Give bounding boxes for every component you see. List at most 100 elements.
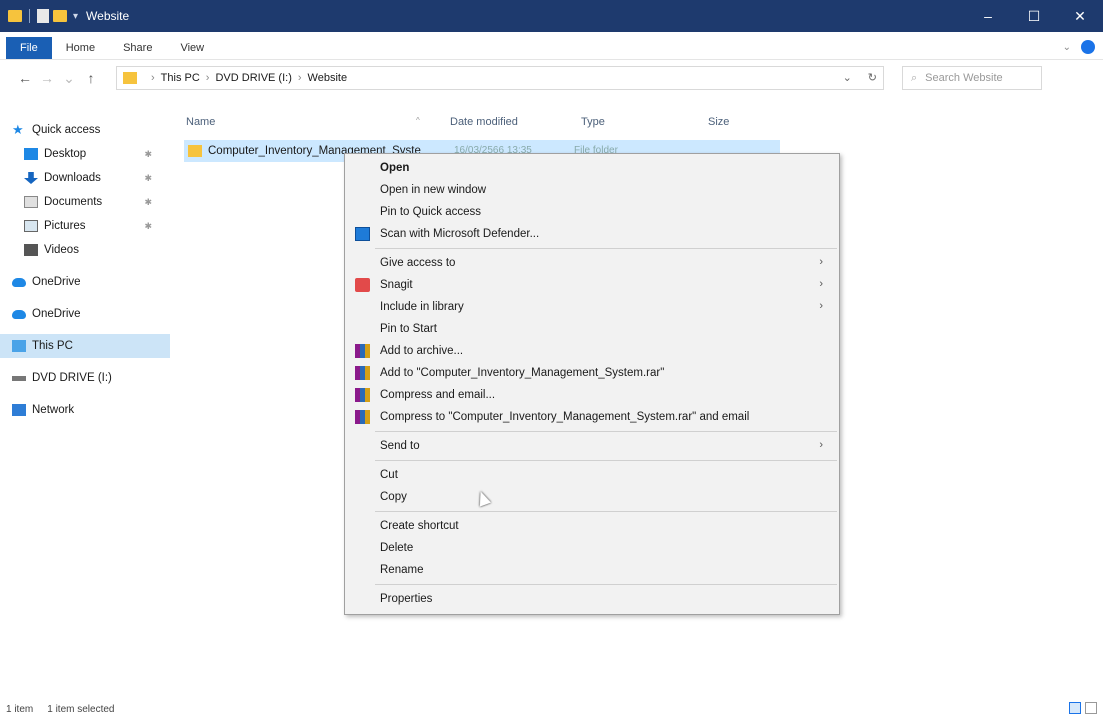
sidebar-item-documents[interactable]: Documents ✱ <box>0 190 170 214</box>
sidebar-item-network[interactable]: Network <box>0 398 170 422</box>
menu-item-label: Give access to <box>380 257 456 269</box>
menu-item-label: Add to "Computer_Inventory_Management_Sy… <box>380 367 665 379</box>
sidebar-item-videos[interactable]: Videos <box>0 238 170 262</box>
breadcrumb-website[interactable]: Website <box>308 72 348 84</box>
menu-item-label: Snagit <box>380 279 413 291</box>
menu-item-pin-start[interactable]: Pin to Start <box>345 318 839 340</box>
menu-item-add-archive[interactable]: Add to archive... <box>345 340 839 362</box>
search-input[interactable]: ⌕ Search Website <box>902 66 1042 90</box>
sidebar-item-label: Quick access <box>32 124 101 136</box>
menu-item-label: Include in library <box>380 301 464 313</box>
menu-item-label: Pin to Quick access <box>380 206 481 218</box>
sidebar-item-desktop[interactable]: Desktop ✱ <box>0 142 170 166</box>
computer-icon <box>12 340 26 352</box>
sidebar-item-label: Desktop <box>44 148 87 160</box>
new-folder-icon[interactable] <box>53 10 67 22</box>
search-placeholder: Search Website <box>925 72 1003 84</box>
sidebar-item-quick-access[interactable]: ★ Quick access <box>0 118 170 142</box>
menu-item-cut[interactable]: Cut <box>345 464 839 486</box>
chevron-right-icon: › <box>819 300 823 312</box>
menu-item-include-library[interactable]: Include in library › <box>345 296 839 318</box>
breadcrumb-dvd-drive[interactable]: DVD DRIVE (I:) <box>215 72 291 84</box>
menu-item-create-shortcut[interactable]: Create shortcut <box>345 515 839 537</box>
column-header-type[interactable]: Type <box>581 116 605 128</box>
window-controls: – ☐ ✕ <box>965 0 1103 32</box>
menu-item-properties[interactable]: Properties <box>345 588 839 610</box>
menu-item-delete[interactable]: Delete <box>345 537 839 559</box>
menu-item-pin-quick-access[interactable]: Pin to Quick access <box>345 201 839 223</box>
item-count: 1 item <box>6 703 34 715</box>
chevron-right-icon: › <box>819 278 823 290</box>
tab-share[interactable]: Share <box>109 37 166 59</box>
quick-access-toolbar: ▾ <box>0 9 78 23</box>
documents-icon <box>24 196 38 208</box>
sidebar-item-downloads[interactable]: Downloads ✱ <box>0 166 170 190</box>
sidebar-item-dvd-drive[interactable]: DVD DRIVE (I:) <box>0 366 170 390</box>
desktop-icon <box>24 148 38 160</box>
sidebar-item-label: Downloads <box>44 172 101 184</box>
chevron-right-icon: › <box>819 439 823 451</box>
menu-item-compress-rar-email[interactable]: Compress to "Computer_Inventory_Manageme… <box>345 406 839 428</box>
column-headers: Name ^ Date modified Type Size <box>186 112 786 132</box>
breadcrumb-this-pc[interactable]: This PC <box>161 72 200 84</box>
sidebar-item-pictures[interactable]: Pictures ✱ <box>0 214 170 238</box>
large-icons-view-icon[interactable] <box>1085 702 1097 714</box>
details-view-icon[interactable] <box>1069 702 1081 714</box>
winrar-icon <box>355 366 370 380</box>
menu-item-snagit[interactable]: Snagit › <box>345 274 839 296</box>
menu-divider <box>375 584 837 585</box>
tab-home[interactable]: Home <box>52 37 109 59</box>
menu-item-label: Open <box>380 162 410 174</box>
column-header-date[interactable]: Date modified <box>450 116 518 128</box>
minimize-button[interactable]: – <box>965 0 1011 32</box>
sidebar-item-onedrive[interactable]: OneDrive <box>0 270 170 294</box>
customize-toolbar-icon[interactable]: ▾ <box>73 11 78 22</box>
properties-icon[interactable] <box>37 9 49 23</box>
sidebar-item-label: Network <box>32 404 75 416</box>
expand-ribbon-icon[interactable]: ⌄ <box>1063 42 1071 53</box>
maximize-button[interactable]: ☐ <box>1011 0 1057 32</box>
pictures-icon <box>24 220 38 232</box>
tab-view[interactable]: View <box>166 37 218 59</box>
menu-item-compress-email[interactable]: Compress and email... <box>345 384 839 406</box>
menu-item-copy[interactable]: Copy <box>345 486 839 508</box>
column-header-size[interactable]: Size <box>708 116 729 128</box>
tab-file[interactable]: File <box>6 37 52 59</box>
menu-item-label: Copy <box>380 491 407 503</box>
column-header-name[interactable]: Name <box>186 116 215 128</box>
menu-item-open-new-window[interactable]: Open in new window <box>345 179 839 201</box>
folder-icon <box>8 10 22 22</box>
address-dropdown-icon[interactable]: ⌄ <box>843 71 852 84</box>
menu-item-label: Properties <box>380 593 433 605</box>
sidebar-item-onedrive-2[interactable]: OneDrive <box>0 302 170 326</box>
menu-divider <box>375 431 837 432</box>
dvd-drive-icon <box>12 375 26 381</box>
menu-item-send-to[interactable]: Send to › <box>345 435 839 457</box>
sidebar-item-label: Documents <box>44 196 103 208</box>
address-bar[interactable]: › This PC › DVD DRIVE (I:) › Website ⌄ ↻ <box>116 66 884 90</box>
help-icon[interactable] <box>1081 40 1095 54</box>
refresh-icon[interactable]: ↻ <box>868 71 877 84</box>
sidebar-item-label: DVD DRIVE (I:) <box>32 372 112 384</box>
sidebar-item-this-pc[interactable]: This PC <box>0 334 170 358</box>
winrar-icon <box>355 410 370 424</box>
menu-item-give-access[interactable]: Give access to › <box>345 252 839 274</box>
menu-item-label: Add to archive... <box>380 345 464 357</box>
menu-item-rename[interactable]: Rename <box>345 559 839 581</box>
sidebar-item-label: This PC <box>32 340 73 352</box>
back-arrow-icon[interactable]: ← <box>14 70 36 86</box>
menu-item-label: Compress and email... <box>380 389 496 401</box>
sidebar-item-label: Pictures <box>44 220 86 232</box>
recent-locations-icon[interactable]: ⌄ <box>58 70 80 87</box>
winrar-icon <box>355 344 370 358</box>
menu-item-add-rar[interactable]: Add to "Computer_Inventory_Management_Sy… <box>345 362 839 384</box>
up-arrow-icon[interactable]: ↑ <box>80 70 102 86</box>
menu-item-open[interactable]: Open <box>345 157 839 179</box>
sidebar-item-label: Videos <box>44 244 79 256</box>
pin-icon: ✱ <box>144 196 152 207</box>
forward-arrow-icon[interactable]: → <box>36 70 58 86</box>
sidebar-item-label: OneDrive <box>32 308 81 320</box>
menu-item-scan-defender[interactable]: Scan with Microsoft Defender... <box>345 223 839 245</box>
close-button[interactable]: ✕ <box>1057 0 1103 32</box>
menu-item-label: Pin to Start <box>380 323 437 335</box>
